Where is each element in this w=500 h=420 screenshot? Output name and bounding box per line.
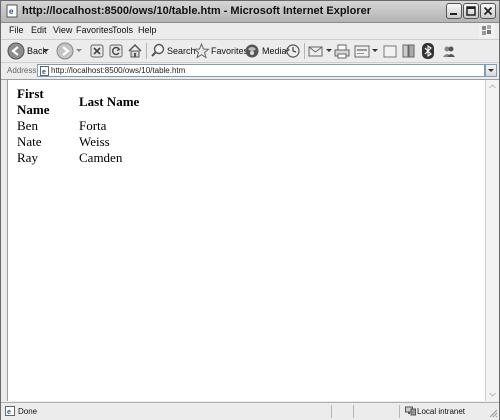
local-intranet-icon — [405, 406, 416, 416]
search-button[interactable]: Search — [150, 42, 196, 60]
favorites-label: Favorites — [211, 46, 249, 56]
table-row: Nate Weiss — [17, 134, 141, 150]
address-dropdown-button[interactable] — [485, 64, 497, 77]
menu-help[interactable]: Help — [138, 25, 157, 35]
vertical-scrollbar[interactable] — [485, 80, 499, 401]
page-content: First Name Last Name Ben Forta Nate Weis… — [7, 80, 485, 401]
page-done-icon: e — [5, 406, 15, 416]
column-header-first-name: First Name — [17, 86, 50, 117]
forward-button[interactable] — [56, 42, 82, 60]
history-icon — [285, 44, 300, 58]
address-input[interactable] — [51, 65, 471, 76]
status-text: Done — [18, 407, 38, 416]
back-arrow-icon — [7, 42, 25, 60]
chevron-down-icon — [76, 49, 82, 52]
edit-button[interactable] — [354, 42, 378, 60]
resize-grip-icon[interactable] — [488, 408, 498, 418]
bluetooth-button[interactable] — [421, 42, 435, 60]
menu-tools[interactable]: Tools — [112, 25, 133, 35]
svg-text:e: e — [42, 69, 46, 76]
refresh-button[interactable] — [108, 42, 124, 60]
messenger-icon — [443, 46, 455, 57]
home-icon — [128, 43, 142, 58]
chevron-down-icon — [372, 49, 378, 52]
favorites-button[interactable]: Favorites — [193, 42, 248, 60]
status-bar: e Done Local intranet — [1, 402, 499, 420]
table-header-row: First Name Last Name — [17, 86, 141, 118]
stop-icon — [90, 44, 104, 58]
toolbar-separator — [304, 43, 305, 59]
chevron-down-icon — [326, 49, 332, 52]
back-button[interactable]: Back — [7, 42, 49, 60]
first-name-cell: Ben — [17, 118, 38, 133]
security-zone-label: Local intranet — [417, 407, 466, 416]
menu-favorites[interactable]: Favorites — [76, 25, 113, 35]
close-button[interactable] — [480, 3, 496, 19]
mail-icon — [308, 46, 323, 57]
table-row: Ray Camden — [17, 150, 141, 166]
status-divider — [399, 405, 400, 418]
scroll-up-icon[interactable] — [487, 81, 498, 92]
discuss-button[interactable] — [382, 42, 398, 60]
first-name-cell: Nate — [17, 134, 42, 149]
forward-arrow-icon — [56, 42, 74, 60]
table-row: Ben Forta — [17, 118, 141, 134]
media-label: Media — [262, 46, 287, 56]
research-button[interactable] — [401, 42, 417, 60]
standard-toolbar: Back Search Favorites Media — [1, 40, 499, 63]
status-divider — [353, 405, 354, 418]
chevron-down-icon — [488, 69, 494, 72]
scroll-down-icon[interactable] — [487, 389, 498, 400]
edit-page-icon — [354, 45, 370, 58]
ie-page-icon: e — [6, 4, 18, 18]
bluetooth-icon — [422, 43, 434, 59]
window-title: http://localhost:8500/ows/10/table.htm -… — [22, 5, 372, 17]
media-icon — [245, 44, 259, 58]
minimize-icon — [450, 13, 457, 15]
refresh-icon — [109, 44, 123, 58]
address-bar: Address e — [1, 63, 499, 80]
discuss-icon — [383, 45, 397, 58]
svg-text:e: e — [7, 409, 11, 416]
title-bar: e http://localhost:8500/ows/10/table.htm… — [1, 1, 499, 23]
print-icon — [334, 44, 350, 59]
print-button[interactable] — [334, 42, 350, 60]
names-table: First Name Last Name Ben Forta Nate Weis… — [17, 86, 141, 166]
page-icon: e — [40, 66, 49, 76]
research-icon — [402, 44, 415, 58]
messenger-button[interactable] — [441, 42, 457, 60]
stop-button[interactable] — [89, 42, 105, 60]
browser-window: e http://localhost:8500/ows/10/table.htm… — [0, 0, 500, 420]
maximize-button[interactable] — [463, 3, 479, 19]
address-label: Address — [7, 66, 37, 75]
first-name-cell: Ray — [17, 150, 38, 165]
last-name-cell: Forta — [79, 118, 107, 133]
media-button[interactable]: Media — [244, 42, 287, 60]
menu-view[interactable]: View — [53, 25, 72, 35]
menu-bar: File Edit View Favorites Tools Help — [1, 23, 499, 40]
menu-edit[interactable]: Edit — [31, 25, 47, 35]
svg-text:e: e — [9, 7, 14, 16]
mail-button[interactable] — [308, 42, 332, 60]
last-name-cell: Weiss — [79, 134, 110, 149]
maximize-icon — [466, 6, 476, 16]
last-name-cell: Camden — [79, 150, 123, 165]
toolbar-separator — [146, 43, 147, 59]
history-button[interactable] — [285, 42, 301, 60]
menu-file[interactable]: File — [9, 25, 24, 35]
minimize-button[interactable] — [446, 3, 462, 19]
chevron-down-icon — [43, 49, 49, 52]
home-button[interactable] — [127, 42, 143, 60]
column-header-last-name: Last Name — [79, 94, 140, 109]
favorites-star-icon — [193, 42, 210, 59]
status-divider — [331, 405, 332, 418]
close-icon — [483, 6, 493, 16]
search-icon — [151, 43, 165, 57]
windows-logo-icon — [479, 23, 495, 38]
search-label: Search — [167, 46, 196, 56]
address-box: e — [37, 64, 485, 77]
